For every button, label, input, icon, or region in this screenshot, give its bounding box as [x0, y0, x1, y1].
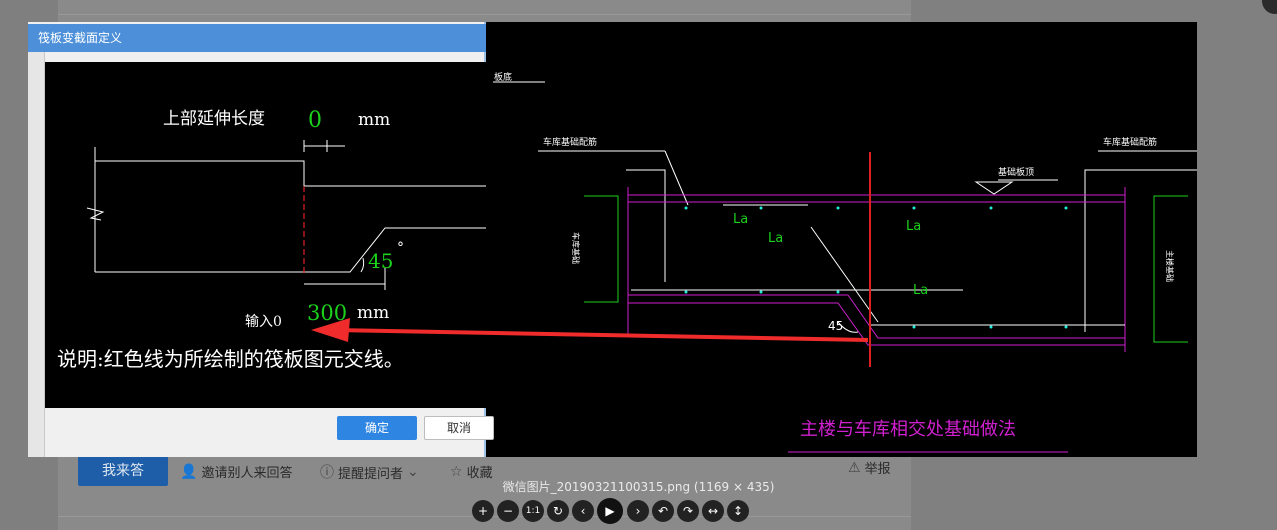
preview-image[interactable]: 板底 车库基础配筋 车库基础配筋 基础板顶 车库基础 主楼基础 La La La… — [28, 22, 1197, 457]
background-divider — [58, 14, 911, 15]
warning-icon: ⚠ — [848, 459, 861, 476]
prev-button[interactable]: ‹ — [572, 500, 594, 522]
rotate-left-button[interactable]: ↶ — [652, 500, 674, 522]
red-arrow-overlay — [311, 318, 869, 342]
next-button[interactable]: › — [627, 500, 649, 522]
red-arrow-head — [311, 318, 350, 342]
zoom-in-button[interactable]: + — [472, 500, 494, 522]
report-action[interactable]: ⚠ 举报 — [848, 458, 891, 478]
refresh-icon[interactable]: ↻ — [547, 500, 569, 522]
flip-vertical-button[interactable]: ↕ — [727, 500, 749, 522]
actual-size-button[interactable]: 1:1 — [522, 500, 544, 522]
play-button[interactable]: ▶ — [597, 498, 623, 524]
image-caption: 微信图片_20190321100315.png (1169 × 435) — [502, 480, 775, 494]
red-arrow-shaft — [332, 328, 869, 342]
flip-horizontal-button[interactable]: ↔ — [702, 500, 724, 522]
rotate-right-button[interactable]: ↷ — [677, 500, 699, 522]
zoom-out-button[interactable]: − — [497, 500, 519, 522]
viewer-toolbar: + − 1:1 ↻ ‹ ▶ › ↶ ↷ ↔ ↕ — [472, 498, 752, 524]
report-label: 举报 — [864, 462, 891, 477]
